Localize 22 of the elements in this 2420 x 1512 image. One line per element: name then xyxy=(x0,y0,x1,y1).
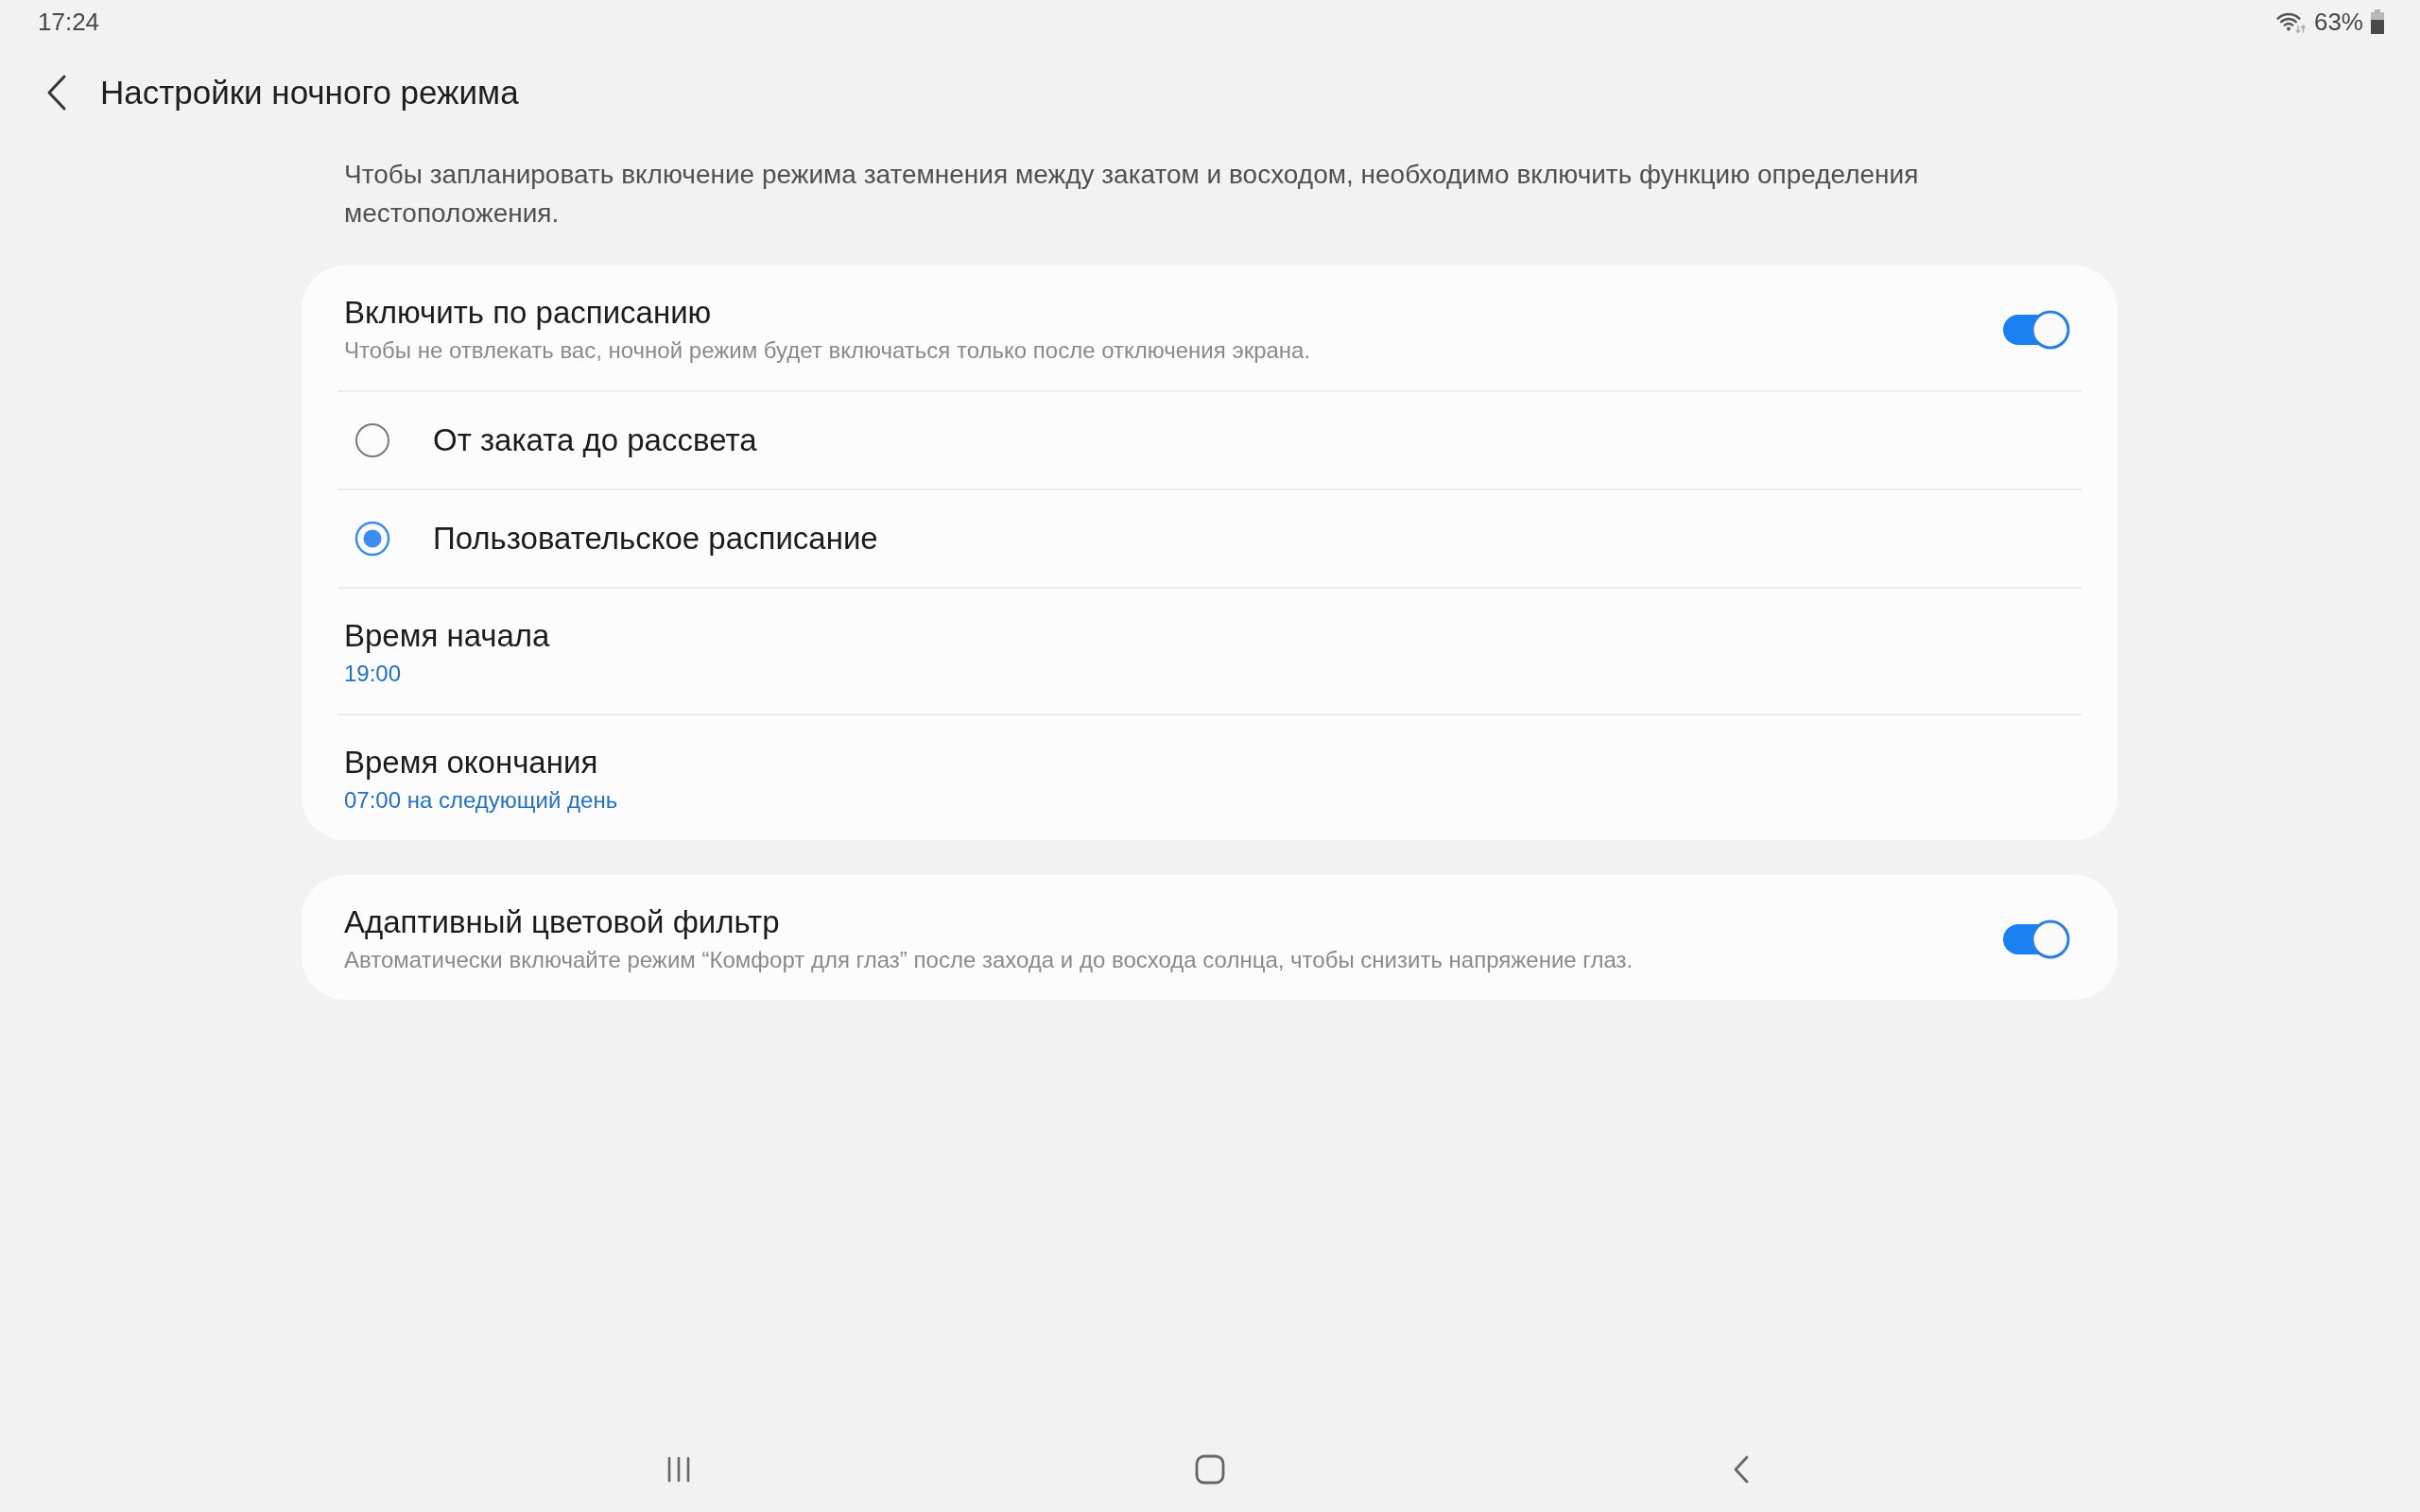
toggle-switch[interactable] xyxy=(2002,919,2070,960)
toggle-switch[interactable] xyxy=(2002,309,2070,351)
option-label: Пользовательское расписание xyxy=(433,520,878,558)
page-title: Настройки ночного режима xyxy=(100,72,519,112)
radio-button[interactable] xyxy=(354,422,390,458)
setting-value: 19:00 xyxy=(344,660,403,688)
setting-description: Автоматически включайте режим “Комфорт для глаз” после захода и до восхода солнца, чтобы снизить напряжение глаз. xyxy=(344,946,1634,974)
location-notice: Чтобы запланировать включение режима затемнения между закатом и восходом, необходимо включить функцию определения местоположения. xyxy=(343,159,1920,230)
setting-title: Время окончания xyxy=(344,744,599,782)
setting-title: Адаптивный цветовой фильтр xyxy=(344,903,781,941)
option-label: От заката до рассвета xyxy=(433,421,757,460)
back-icon[interactable] xyxy=(1732,1454,1751,1485)
setting-value: 07:00 на следующий день xyxy=(344,786,619,815)
home-icon[interactable] xyxy=(1195,1454,1225,1485)
battery-icon xyxy=(2371,9,2384,34)
back-icon[interactable] xyxy=(45,74,68,112)
setting-title: Время начала xyxy=(344,617,551,655)
status-time: 17:24 xyxy=(38,6,100,38)
radio-button[interactable] xyxy=(354,521,390,557)
battery-percent: 63% xyxy=(2313,6,2363,38)
setting-description: Чтобы не отвлекать вас, ночной режим будет включаться только после отключения экрана. xyxy=(344,336,1312,365)
setting-title: Включить по расписанию xyxy=(344,294,713,332)
